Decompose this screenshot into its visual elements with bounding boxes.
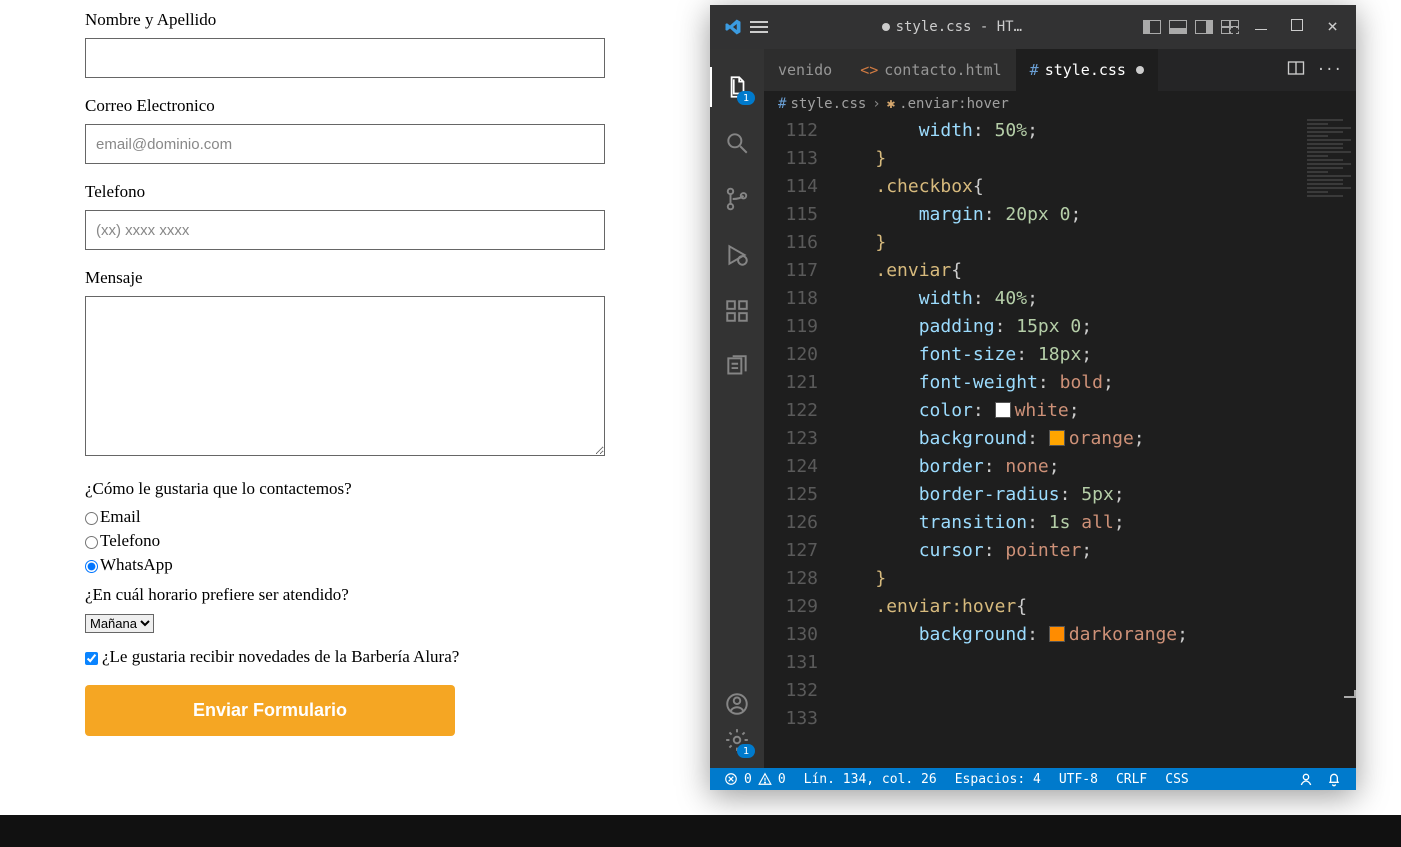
tab-welcome[interactable]: venido	[764, 49, 846, 91]
browser-preview-pane: Nombre y Apellido Correo Electronico Tel…	[0, 0, 690, 805]
vscode-logo-icon	[724, 18, 742, 36]
page-footer	[0, 815, 1401, 847]
search-icon[interactable]	[723, 129, 751, 157]
layout-grid-icon[interactable]	[1221, 20, 1239, 34]
status-indent[interactable]: Espacios: 4	[955, 772, 1041, 787]
unsaved-dot-icon	[1136, 66, 1144, 74]
menu-button[interactable]	[750, 18, 768, 36]
bell-icon[interactable]	[1326, 771, 1342, 787]
titlebar: style.css - HTML... ×	[710, 5, 1356, 49]
settings-badge: 1	[737, 744, 755, 758]
radio-email-label: Email	[100, 507, 141, 526]
status-cursor-position[interactable]: Lín. 134, col. 26	[804, 772, 937, 787]
warning-icon	[758, 772, 772, 786]
newsletter-label: ¿Le gustaria recibir novedades de la Bar…	[102, 647, 459, 666]
css-file-icon: #	[778, 96, 786, 112]
message-textarea[interactable]	[85, 296, 605, 456]
status-problems[interactable]: 0 0	[718, 772, 786, 787]
feedback-icon[interactable]	[1298, 771, 1314, 787]
settings-icon[interactable]: 1	[723, 726, 751, 754]
radio-email[interactable]	[85, 512, 98, 525]
window-close-button[interactable]: ×	[1327, 20, 1338, 34]
minimap-caret-icon	[1344, 690, 1356, 698]
submit-button[interactable]: Enviar Formulario	[85, 685, 455, 736]
window-title: style.css - HTML...	[896, 19, 1026, 35]
status-eol[interactable]: CRLF	[1116, 772, 1147, 787]
chevron-right-icon: ›	[872, 96, 880, 112]
explorer-badge: 1	[737, 91, 755, 105]
code-area[interactable]: width: 50%; } .checkbox{ margin: 20px 0;…	[832, 117, 1304, 768]
radio-telefono[interactable]	[85, 536, 98, 549]
contact-method-question: ¿Cómo le gustaria que lo contactemos?	[85, 479, 605, 499]
layout-bottom-icon[interactable]	[1169, 20, 1187, 34]
status-language[interactable]: CSS	[1165, 772, 1188, 787]
layout-left-icon[interactable]	[1143, 20, 1161, 34]
breadcrumb[interactable]: # style.css › ✱ .enviar:hover	[764, 91, 1356, 117]
html-file-icon: <>	[860, 61, 878, 79]
minimap[interactable]	[1304, 117, 1356, 768]
schedule-question: ¿En cuál horario prefiere ser atendido?	[85, 585, 605, 605]
references-icon[interactable]	[723, 353, 751, 381]
breadcrumb-symbol: .enviar:hover	[899, 96, 1009, 112]
radio-whatsapp[interactable]	[85, 560, 98, 573]
run-debug-icon[interactable]	[723, 241, 751, 269]
radio-whatsapp-label: WhatsApp	[100, 555, 173, 574]
email-label: Correo Electronico	[85, 96, 605, 116]
extensions-icon[interactable]	[723, 297, 751, 325]
window-minimize-button[interactable]	[1255, 19, 1267, 35]
layout-right-icon[interactable]	[1195, 20, 1213, 34]
split-editor-icon[interactable]	[1287, 60, 1305, 80]
more-actions-icon[interactable]: ···	[1317, 62, 1342, 78]
message-label: Mensaje	[85, 268, 605, 288]
name-input[interactable]	[85, 38, 605, 78]
phone-input[interactable]	[85, 210, 605, 250]
tab-bar: venido <>contacto.html #style.css ···	[764, 49, 1356, 91]
activity-bar: 1 1	[710, 49, 764, 768]
phone-label: Telefono	[85, 182, 605, 202]
window-maximize-button[interactable]	[1291, 19, 1303, 35]
css-file-icon: #	[1030, 61, 1039, 79]
explorer-icon[interactable]: 1	[723, 73, 751, 101]
unsaved-dot-icon	[882, 23, 890, 31]
breadcrumb-file: style.css	[790, 96, 866, 112]
code-editor[interactable]: 1121131141151161171181191201211221231241…	[764, 117, 1356, 768]
schedule-select[interactable]: Mañana	[85, 614, 154, 633]
status-bar: 0 0 Lín. 134, col. 26 Espacios: 4 UTF-8 …	[710, 768, 1356, 790]
line-gutter: 1121131141151161171181191201211221231241…	[764, 117, 832, 768]
vscode-window: style.css - HTML... × 1 1	[710, 5, 1356, 790]
contact-form: Nombre y Apellido Correo Electronico Tel…	[85, 10, 605, 736]
status-encoding[interactable]: UTF-8	[1059, 772, 1098, 787]
source-control-icon[interactable]	[723, 185, 751, 213]
newsletter-checkbox[interactable]	[85, 652, 98, 665]
account-icon[interactable]	[723, 690, 751, 718]
tab-contacto[interactable]: <>contacto.html	[846, 49, 1015, 91]
email-input[interactable]	[85, 124, 605, 164]
name-label: Nombre y Apellido	[85, 10, 605, 30]
radio-telefono-label: Telefono	[100, 531, 160, 550]
tab-stylecss[interactable]: #style.css	[1016, 49, 1158, 91]
error-icon	[724, 772, 738, 786]
symbol-icon: ✱	[887, 96, 895, 112]
